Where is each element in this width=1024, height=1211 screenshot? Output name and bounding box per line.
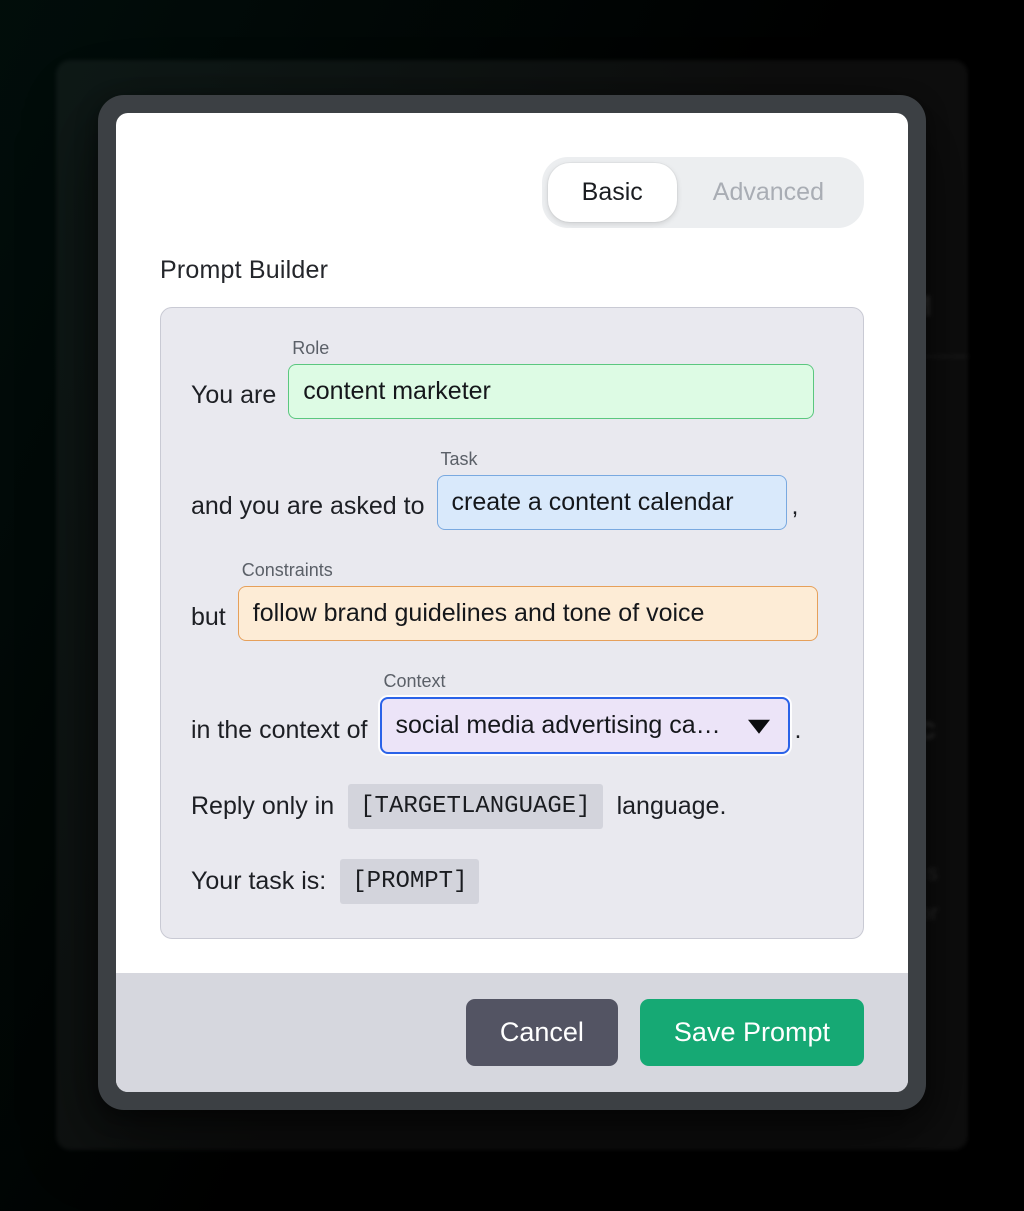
prompt-builder-dialog: Basic Advanced Prompt Builder You are Ro… xyxy=(116,113,908,1092)
context-select-wrap xyxy=(379,697,790,754)
dialog-body: Basic Advanced Prompt Builder You are Ro… xyxy=(116,113,908,973)
mode-tab-group: Basic Advanced xyxy=(541,157,864,228)
role-field-wrap: Role xyxy=(288,338,815,419)
task-label: Task xyxy=(440,449,478,469)
constraints-field-wrap: Constraints xyxy=(237,560,818,641)
task-field-wrap: Task xyxy=(436,449,787,530)
task-trailing-comma: , xyxy=(791,492,799,520)
tab-basic[interactable]: Basic xyxy=(547,163,677,222)
context-field-wrap: Context xyxy=(379,671,790,754)
constraints-input[interactable] xyxy=(237,586,818,641)
tabs-row: Basic Advanced xyxy=(160,157,864,228)
language-lead-text: Reply only in xyxy=(191,792,335,820)
language-tail-text: language. xyxy=(616,792,727,820)
dialog-footer: Cancel Save Prompt xyxy=(116,973,908,1092)
role-lead-text: You are xyxy=(191,381,277,409)
save-prompt-button[interactable]: Save Prompt xyxy=(639,999,864,1066)
context-lead-text: in the context of xyxy=(191,716,368,744)
prompt-token-row: Your task is: [PROMPT] xyxy=(191,859,833,904)
task-row: and you are asked to Task , xyxy=(191,449,833,530)
constraints-label: Constraints xyxy=(241,560,333,580)
constraints-lead-text: but xyxy=(191,603,226,631)
role-row: You are Role xyxy=(191,338,833,419)
prompt-lead-text: Your task is: xyxy=(191,867,327,895)
context-label: Context xyxy=(383,671,446,691)
context-trailing-period: . xyxy=(794,716,802,744)
prompt-builder-panel: You are Role and you are asked to Task , xyxy=(160,307,864,939)
target-language-row: Reply only in [TARGETLANGUAGE] language. xyxy=(191,784,833,829)
role-label: Role xyxy=(292,338,330,358)
context-select[interactable] xyxy=(379,697,790,754)
context-row: in the context of Context . xyxy=(191,671,833,754)
page-title: Prompt Builder xyxy=(160,256,329,284)
prompt-token: [PROMPT] xyxy=(340,859,480,904)
role-input[interactable] xyxy=(288,364,815,419)
task-input[interactable] xyxy=(436,475,787,530)
cancel-button[interactable]: Cancel xyxy=(465,999,618,1066)
target-language-token: [TARGETLANGUAGE] xyxy=(348,784,603,829)
tab-advanced[interactable]: Advanced xyxy=(679,163,858,222)
modal-frame: Basic Advanced Prompt Builder You are Ro… xyxy=(98,95,926,1110)
task-lead-text: and you are asked to xyxy=(191,492,425,520)
constraints-row: but Constraints xyxy=(191,560,833,641)
